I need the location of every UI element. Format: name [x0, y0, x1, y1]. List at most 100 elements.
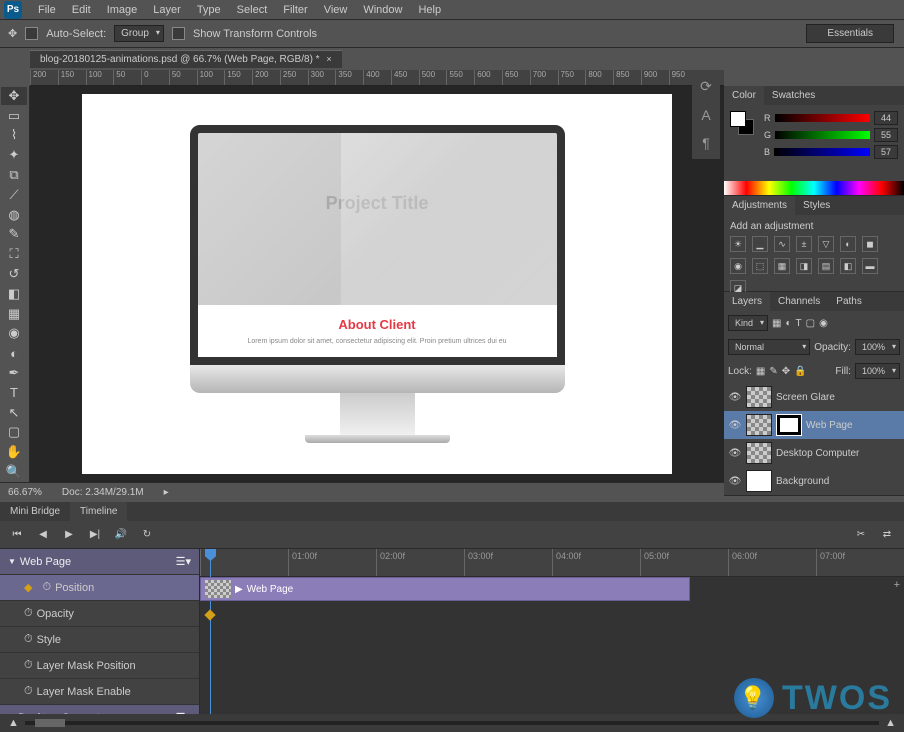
fill-input[interactable]: 100%: [855, 363, 900, 379]
add-media-icon[interactable]: +: [894, 579, 900, 591]
levels-icon[interactable]: ▁: [752, 236, 768, 252]
crop-tool[interactable]: ⧉: [1, 166, 27, 184]
zoom-out-icon[interactable]: ▲: [8, 717, 19, 729]
keyframe-nav-icon[interactable]: ◆: [24, 581, 32, 594]
chevron-right-icon[interactable]: ▸: [164, 487, 169, 498]
stopwatch-icon[interactable]: ⏱: [42, 581, 51, 594]
bw-icon[interactable]: ◼: [862, 236, 878, 252]
tab-paths[interactable]: Paths: [828, 292, 870, 311]
g-value[interactable]: 55: [874, 128, 898, 142]
lock-position-icon[interactable]: ✥: [782, 366, 790, 377]
property-layer-mask-position[interactable]: ⏱ Layer Mask Position: [0, 653, 199, 679]
filter-shape-icon[interactable]: ▢: [806, 318, 815, 329]
tab-color[interactable]: Color: [724, 86, 764, 105]
eraser-tool[interactable]: ◧: [1, 285, 27, 303]
shape-tool[interactable]: ▢: [1, 424, 27, 442]
close-icon[interactable]: ×: [326, 54, 331, 64]
menu-help[interactable]: Help: [410, 4, 449, 16]
posterize-icon[interactable]: ▤: [818, 258, 834, 274]
pen-tool[interactable]: ✒: [1, 364, 27, 382]
menu-edit[interactable]: Edit: [64, 4, 99, 16]
b-value[interactable]: 57: [874, 145, 898, 159]
path-tool[interactable]: ↖: [1, 404, 27, 422]
vibrance-icon[interactable]: ▽: [818, 236, 834, 252]
stamp-tool[interactable]: ⛶: [1, 245, 27, 263]
b-slider[interactable]: [774, 148, 870, 156]
audio-button[interactable]: 🔊: [112, 526, 130, 544]
curves-icon[interactable]: ∿: [774, 236, 790, 252]
property-layer-mask-enable[interactable]: ⏱ Layer Mask Enable: [0, 679, 199, 705]
track-add-icon[interactable]: ☰▾: [176, 555, 191, 568]
stopwatch-icon[interactable]: ⏱: [24, 685, 33, 698]
collapse-icon[interactable]: ▼: [8, 557, 16, 566]
property-style[interactable]: ⏱ Style: [0, 627, 199, 653]
brightness-icon[interactable]: ☀: [730, 236, 746, 252]
canvas-area[interactable]: Project Title About Client Lorem ipsum d…: [30, 86, 724, 482]
layer-background[interactable]: 👁 Background: [724, 467, 904, 495]
playhead[interactable]: [210, 549, 211, 714]
history-icon[interactable]: ⟳: [700, 78, 712, 95]
stopwatch-icon[interactable]: ⏱: [24, 633, 33, 646]
gradient-map-icon[interactable]: ▬: [862, 258, 878, 274]
channel-mixer-icon[interactable]: ⬚: [752, 258, 768, 274]
r-value[interactable]: 44: [874, 111, 898, 125]
play-button[interactable]: ▶: [60, 526, 78, 544]
next-frame-button[interactable]: ▶|: [86, 526, 104, 544]
hue-icon[interactable]: ◐: [840, 236, 856, 252]
paragraph-icon[interactable]: ¶: [702, 135, 710, 151]
filter-pixel-icon[interactable]: ▦: [772, 318, 781, 329]
menu-layer[interactable]: Layer: [145, 4, 189, 16]
filter-type-icon[interactable]: T: [796, 318, 802, 329]
healing-tool[interactable]: ◍: [1, 206, 27, 224]
color-swatch[interactable]: [730, 111, 758, 139]
character-icon[interactable]: A: [701, 107, 710, 123]
hand-tool[interactable]: ✋: [1, 443, 27, 461]
visibility-icon[interactable]: 👁: [728, 476, 742, 487]
layer-desktop-computer[interactable]: 👁 Desktop Computer: [724, 439, 904, 467]
document-tab[interactable]: blog-20180125-animations.psd @ 66.7% (We…: [30, 50, 342, 68]
property-position[interactable]: ◆ ⏱ Position: [0, 575, 199, 601]
menu-type[interactable]: Type: [189, 4, 229, 16]
marquee-tool[interactable]: ▭: [1, 107, 27, 125]
layer-kind-filter[interactable]: Kind: [728, 315, 768, 331]
tab-swatches[interactable]: Swatches: [764, 86, 823, 105]
layer-web-page[interactable]: 👁 Web Page: [724, 411, 904, 439]
lock-transparency-icon[interactable]: ▦: [756, 366, 765, 377]
tab-styles[interactable]: Styles: [795, 196, 838, 215]
g-slider[interactable]: [775, 131, 870, 139]
eyedropper-tool[interactable]: ⟋: [1, 186, 27, 204]
gradient-tool[interactable]: ▦: [1, 305, 27, 323]
lasso-tool[interactable]: ⌇: [1, 127, 27, 145]
track-desktop-computer[interactable]: ▶ Desktop Computer ☰▾: [0, 705, 199, 714]
loop-button[interactable]: ↻: [138, 526, 156, 544]
property-opacity[interactable]: ⏱ Opacity: [0, 601, 199, 627]
keyframe[interactable]: [204, 609, 215, 620]
zoom-tool[interactable]: 🔍: [1, 463, 27, 481]
time-ruler[interactable]: 01:00f 02:00f 03:00f 04:00f 05:00f 06:00…: [200, 549, 904, 577]
color-spectrum[interactable]: [724, 181, 904, 195]
lock-pixels-icon[interactable]: ✎: [769, 366, 777, 377]
auto-select-dropdown[interactable]: Group: [114, 25, 164, 42]
transition-button[interactable]: ⇄: [878, 526, 896, 544]
invert-icon[interactable]: ◨: [796, 258, 812, 274]
stopwatch-icon[interactable]: ⏱: [24, 659, 33, 672]
magic-wand-tool[interactable]: ✦: [1, 146, 27, 164]
tab-adjustments[interactable]: Adjustments: [724, 196, 795, 215]
blend-mode-dropdown[interactable]: Normal: [728, 339, 810, 355]
menu-filter[interactable]: Filter: [275, 4, 315, 16]
menu-select[interactable]: Select: [229, 4, 276, 16]
foreground-color-swatch[interactable]: [730, 111, 746, 127]
dodge-tool[interactable]: ◐: [1, 344, 27, 362]
visibility-icon[interactable]: 👁: [728, 420, 742, 431]
track-web-page[interactable]: ▼ Web Page ☰▾: [0, 549, 199, 575]
filter-smart-icon[interactable]: ◉: [819, 318, 828, 329]
tab-channels[interactable]: Channels: [770, 292, 828, 311]
photo-filter-icon[interactable]: ◉: [730, 258, 746, 274]
tab-layers[interactable]: Layers: [724, 292, 770, 311]
move-tool[interactable]: ✥: [1, 87, 27, 105]
r-slider[interactable]: [775, 114, 871, 122]
menu-image[interactable]: Image: [99, 4, 146, 16]
show-transform-checkbox[interactable]: [172, 27, 185, 40]
workspace-switcher[interactable]: Essentials: [806, 24, 894, 43]
auto-select-checkbox[interactable]: [25, 27, 38, 40]
